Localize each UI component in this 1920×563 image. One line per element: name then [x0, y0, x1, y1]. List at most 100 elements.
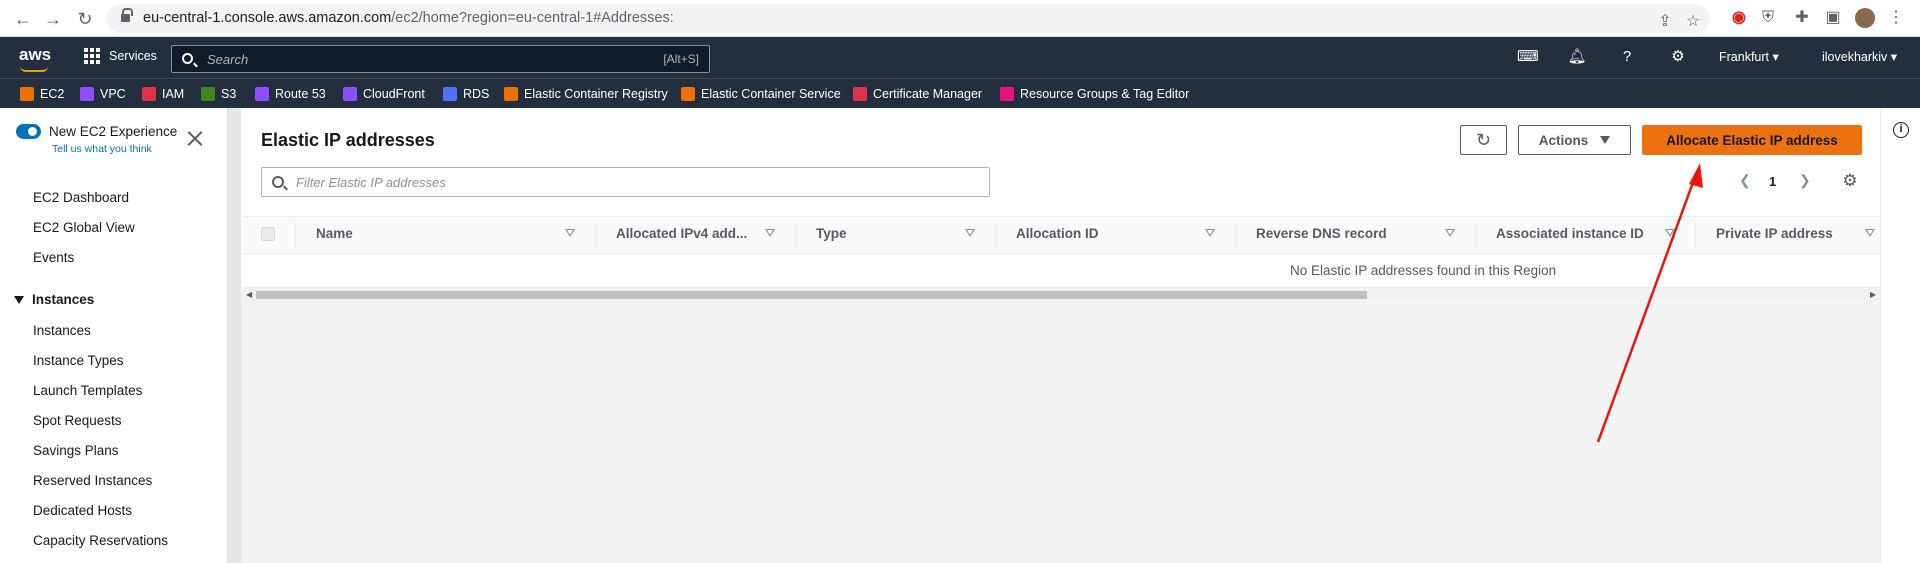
favorite-vpc[interactable]: VPC [80, 86, 126, 102]
favorite-s3[interactable]: S3 [201, 86, 236, 102]
info-icon[interactable]: i [1893, 122, 1909, 138]
rds-icon [443, 87, 457, 101]
region-selector[interactable]: Frankfurt ▾ [1719, 49, 1779, 64]
cloudshell-icon[interactable]: ⌨ [1517, 47, 1539, 67]
certificate-manager-icon [853, 87, 867, 101]
column-type[interactable]: Type [816, 226, 847, 241]
sidebar-item-dedicated-hosts[interactable]: Dedicated Hosts [33, 503, 132, 518]
favorite-rds[interactable]: RDS [443, 86, 489, 102]
sidebar-item-launch-templates[interactable]: Launch Templates [33, 383, 142, 398]
select-all-checkbox[interactable] [261, 227, 275, 241]
favorite-route53[interactable]: Route 53 [255, 86, 326, 102]
sidepanel-icon[interactable]: ▣ [1822, 7, 1844, 29]
cloudfront-icon [343, 87, 357, 101]
table-horizontal-scrollbar[interactable]: ◀ ▶ [243, 287, 1880, 300]
sidebar-item-instance-types[interactable]: Instance Types [33, 353, 124, 368]
iam-icon [142, 87, 156, 101]
sort-icon[interactable] [965, 229, 975, 237]
sidebar-item-global-view[interactable]: EC2 Global View [33, 220, 135, 235]
favorite-cloudfront[interactable]: CloudFront [343, 86, 425, 102]
column-associated-instance[interactable]: Associated instance ID [1496, 226, 1644, 241]
forward-icon[interactable]: → [40, 6, 66, 32]
elastic-ip-table-panel [241, 108, 1880, 288]
help-panel-rail: i [1880, 108, 1920, 563]
sidebar-section-instances[interactable]: Instances [14, 292, 94, 307]
column-allocation-id[interactable]: Allocation ID [1016, 226, 1099, 241]
feedback-link[interactable]: Tell us what you think [52, 143, 152, 155]
favorite-ecs[interactable]: Elastic Container Service [681, 86, 841, 102]
filter-input[interactable]: Filter Elastic IP addresses [261, 167, 990, 197]
search-input[interactable]: Search [Alt+S] [171, 45, 710, 73]
favorite-resource-groups[interactable]: Resource Groups & Tag Editor [1000, 86, 1189, 102]
column-name[interactable]: Name [316, 226, 353, 241]
sidebar-item-capacity-reservations[interactable]: Capacity Reservations [33, 533, 168, 548]
sidebar-item-savings-plans[interactable]: Savings Plans [33, 443, 119, 458]
scroll-left-icon[interactable]: ◀ [246, 290, 252, 299]
share-icon[interactable]: ⇪ [1654, 11, 1676, 33]
favorite-acm[interactable]: Certificate Manager [853, 86, 982, 102]
aws-logo[interactable]: aws [19, 45, 51, 72]
new-experience-toggle[interactable] [16, 124, 41, 139]
services-grid-icon[interactable] [84, 48, 100, 64]
star-icon[interactable]: ☆ [1682, 11, 1704, 33]
puzzle-icon[interactable]: ✚ [1791, 7, 1813, 29]
favorite-ecr[interactable]: Elastic Container Registry [504, 86, 668, 102]
favorite-ec2[interactable]: EC2 [20, 86, 64, 102]
browser-toolbar: ← → ↻ eu-central-1.console.aws.amazon.co… [0, 0, 1920, 37]
lock-icon [121, 8, 133, 23]
column-private-ip[interactable]: Private IP address [1716, 226, 1833, 241]
ecs-icon [681, 87, 695, 101]
settings-icon[interactable]: ⚙ [1668, 47, 1688, 67]
sidebar-item-instances[interactable]: Instances [33, 323, 91, 338]
sort-icon[interactable] [765, 229, 775, 237]
close-icon[interactable] [187, 130, 203, 146]
allocate-elastic-ip-button[interactable]: Allocate Elastic IP address [1642, 125, 1862, 155]
sidebar-item-spot-requests[interactable]: Spot Requests [33, 413, 122, 428]
caret-down-icon [1600, 136, 1611, 144]
search-icon [272, 176, 284, 188]
column-reverse-dns[interactable]: Reverse DNS record [1256, 226, 1387, 241]
next-page-icon[interactable]: ❯ [1799, 172, 1811, 189]
resource-groups-icon [1000, 87, 1014, 101]
aws-top-nav: aws Services Search [Alt+S] ⌨ 🔔︎ ? ⚙ Fra… [0, 37, 1920, 78]
filter-placeholder: Filter Elastic IP addresses [296, 175, 446, 190]
reload-icon[interactable]: ↻ [72, 6, 98, 32]
menu-icon[interactable]: ⋮ [1885, 7, 1907, 29]
help-icon[interactable]: ? [1617, 47, 1637, 67]
new-experience-label: New EC2 Experience [49, 124, 178, 139]
empty-state-message: No Elastic IP addresses found in this Re… [1290, 263, 1557, 278]
favorite-iam[interactable]: IAM [142, 86, 184, 102]
previous-page-icon[interactable]: ❮ [1739, 172, 1751, 189]
sort-icon[interactable] [1205, 229, 1215, 237]
scrollbar-thumb[interactable] [256, 291, 1367, 299]
account-menu[interactable]: ilovekharkiv ▾ [1822, 49, 1897, 64]
s3-icon [201, 87, 215, 101]
sidebar-item-events[interactable]: Events [33, 250, 74, 265]
refresh-button[interactable]: ↻ [1460, 125, 1507, 155]
services-button[interactable]: Services [109, 49, 157, 63]
back-icon[interactable]: ← [10, 6, 36, 32]
scroll-right-icon[interactable]: ▶ [1870, 290, 1876, 299]
page-title: Elastic IP addresses [261, 130, 435, 150]
sidebar-scrollbar[interactable] [227, 108, 241, 563]
page-number[interactable]: 1 [1769, 174, 1776, 189]
shield-icon[interactable]: ⛨ [1757, 7, 1779, 29]
route53-icon [255, 87, 269, 101]
sort-icon[interactable] [1665, 229, 1675, 237]
column-allocated-ipv4[interactable]: Allocated IPv4 add... [616, 226, 747, 241]
extension-icon[interactable]: ◉ [1728, 7, 1750, 29]
bell-icon[interactable]: 🔔︎ [1567, 47, 1587, 67]
profile-avatar[interactable] [1855, 8, 1875, 28]
sidebar-item-reserved-instances[interactable]: Reserved Instances [33, 473, 152, 488]
address-bar[interactable]: eu-central-1.console.aws.amazon.com/ec2/… [107, 4, 1709, 33]
actions-dropdown[interactable]: Actions [1518, 125, 1631, 155]
sort-icon[interactable] [1445, 229, 1455, 237]
sort-icon[interactable] [1865, 229, 1875, 237]
preferences-gear-icon[interactable]: ⚙ [1841, 172, 1859, 190]
sort-icon[interactable] [565, 229, 575, 237]
refresh-icon: ↻ [1475, 129, 1492, 150]
search-placeholder: Search [207, 52, 249, 67]
caret-down-icon [14, 296, 24, 304]
search-shortcut: [Alt+S] [663, 52, 699, 66]
sidebar-item-ec2-dashboard[interactable]: EC2 Dashboard [33, 190, 129, 205]
